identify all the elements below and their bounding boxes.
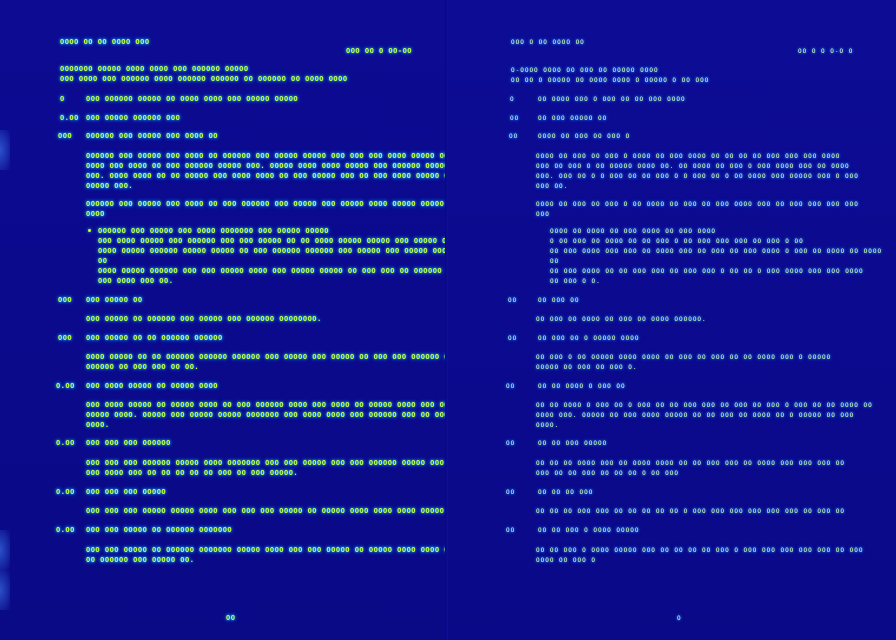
right-sub-1-5-title: OO OO OOO O OOOO OOOOO — [538, 527, 640, 534]
right-sub-1-5-number: OO — [506, 527, 516, 534]
left-edge-glow — [0, 530, 10, 570]
left-para-1-line-4: OOOOO OOO. — [86, 182, 134, 190]
right-para-2-line-2: OOO — [536, 211, 550, 218]
right-sub-1-2-number: OO — [506, 383, 516, 390]
left-bullet-line-6: OOO OOOO OOO OO. — [98, 277, 174, 285]
right-intro-line-2: OO OO O OOOOO OO OOOO OOOO O OOOOO O OO … — [511, 77, 710, 84]
left-page-number: OO — [226, 614, 236, 622]
left-para-5-line-2: OOOOO OOOO. OOOOO OOO OOOOO OOOOO OOOOOO… — [86, 411, 506, 419]
left-sub-1-3-title: OOO OOO OOO OOOOOO — [86, 439, 171, 447]
right-sub-1-3-title: OO OO OOO OOOOO — [538, 440, 608, 447]
left-sub-1-1-2-title: OOO OOOOO OO — [86, 296, 143, 304]
left-sub-1-1-number: O.OO — [60, 114, 79, 122]
left-sub-1-2-number: O.OO — [56, 382, 75, 390]
right-para-1-line-4: OOO OO. — [536, 183, 569, 190]
left-sub-1-5-title: OOO OOO OOOOO OO OOOOOO OOOOOOO — [86, 526, 233, 534]
right-bullet-line-3: OO OOO OOOO OOO OOO OO OOOO OOO OO OOO O… — [550, 248, 883, 255]
right-sub-1-1-3-title: OO OOO OO O OOOOO OOOO — [538, 335, 640, 342]
left-sub-1-4-title: OOO OOO OOO OOOOO — [86, 488, 167, 496]
right-para-8-line-2: OOOO OO OOO O — [536, 557, 596, 564]
right-heading-title: OO OOOO OOO O OOO OO OO OOO OOOO — [538, 96, 686, 103]
left-para-4-line-2: OOOOOO OO OOO OOO OO OO. — [86, 363, 200, 371]
left-para-2-line-2: OOOO — [86, 210, 105, 218]
left-edge-glow — [0, 130, 10, 170]
left-sub-1-3-number: O.OO — [56, 439, 75, 447]
left-edge-glow — [0, 570, 10, 610]
left-running-header: OOOO OO OO OOOO OOO — [60, 38, 150, 46]
right-running-header: OOO O OO OOOO OO — [511, 39, 585, 46]
right-para-1-line-3: OOO. OOO OO O O OOO OO OO OOO O O OOO OO… — [536, 173, 859, 180]
left-sub-1-2-title: OOO OOOO OOOOO OO OOOOO OOOO — [86, 382, 219, 390]
left-para-5-line-3: OOOO. — [86, 421, 110, 429]
left-para-6-line-2: OOO OOOO OOO OO OO OO OO OO OOO OO OOO O… — [86, 469, 299, 477]
right-para-5-line-2: OOOO OOO. OOOOO OO OOO OOOO OOOOO OO OO … — [536, 412, 855, 419]
left-sub-1-1-3-title: OOO OOOOO OO OO OOOOOO OOOOOO — [86, 334, 223, 342]
right-sub-1-1-1-number: OO — [509, 133, 519, 140]
right-heading-number: O — [510, 96, 515, 103]
right-bullet-line-6: OO OOO O O. — [550, 278, 601, 285]
left-sub-1-4-number: O.OO — [56, 488, 75, 496]
left-section-header: OOO OO O OO-OO — [346, 47, 413, 55]
right-sub-1-2-title: OO OO OOOO O OOO OO — [538, 383, 626, 390]
right-para-6-line-2: OOO OO OO OOO OO OO OO O OO OOO — [536, 470, 679, 477]
left-sub-1-5-number: O.OO — [56, 526, 75, 534]
right-sub-1-1-3-number: OO — [508, 335, 518, 342]
left-heading-title: OOO OOOOOO OOOOO OO OOOO OOOO OOO OOOOO … — [86, 95, 299, 103]
right-para-3: OO OOO OO OOOO OO OOO OO OOOO OOOOOO. — [536, 316, 707, 323]
left-sub-1-1-title: OOO OOOOO OOOOOO OOO — [86, 114, 181, 122]
right-sub-1-1-number: OO — [510, 115, 520, 122]
right-para-7: OO OO OO OOO OOO OO OO OO OO OO O OOO OO… — [536, 508, 846, 515]
right-sub-1-1-1-title: OOOO OO OOO OO OOO O — [538, 133, 631, 140]
left-sub-1-1-2-number: OOO — [58, 296, 73, 304]
left-heading-number: O — [60, 95, 65, 103]
left-para-1-line-3: OOO. OOOO OOOO OO OO OOOOO OOO OOOO OOOO… — [86, 172, 506, 180]
left-page: OOOO OO OO OOOO OOO OOO OO O OO-OO OOOOO… — [0, 0, 529, 640]
right-para-2-line-1: OOOO OO OOO OO OOO O OO OOOO OO OOO OO O… — [536, 201, 859, 208]
right-sub-1-4-title: OO OO OO OOO — [538, 489, 594, 496]
right-page-number: O — [677, 615, 682, 622]
left-para-8-line-2: OO OOOOOO OOO OOOOO OO. — [86, 556, 195, 564]
left-para-3: OOO OOOOO OO OOOOOO OOO OOOOO OOO OOOOOO… — [86, 315, 322, 323]
right-sub-1-1-2-title: OO OOO OO — [538, 297, 580, 304]
right-sub-1-1-2-number: OO — [508, 297, 518, 304]
right-sub-1-3-number: OO — [506, 440, 516, 447]
right-section-header: OO O O O-O O — [798, 48, 854, 55]
right-para-5-line-3: OOOO. — [536, 422, 560, 429]
left-bullet-dot — [88, 229, 91, 232]
right-sub-1-4-number: OO — [506, 489, 516, 496]
left-sub-1-1-1-number: OOO — [58, 132, 73, 140]
left-intro-line-2: OOO OOOO OOO OOOOOO OOOO OOOOOO OOOOOO O… — [60, 75, 348, 83]
left-sub-1-1-3-number: OOO — [58, 334, 73, 342]
right-page: OOO O OO OOOO OO OO O O O-O O O-OOOO OOO… — [448, 0, 896, 640]
left-sub-1-1-1-title: OOOOOO OOO OOOOO OOO OOOO OO — [86, 132, 219, 140]
right-sub-1-1-title: OO OOO OOOOO OO — [538, 115, 608, 122]
right-para-4-line-2: OOOOO OO OOO OO OOO O. — [536, 364, 638, 371]
